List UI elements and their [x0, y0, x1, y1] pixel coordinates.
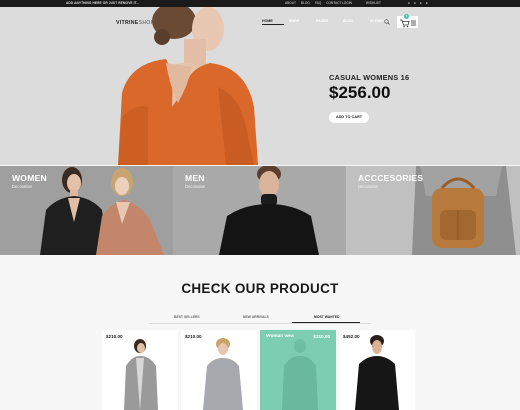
nav-item-shop[interactable]: SHOP: [289, 19, 311, 25]
category-desc: Decoration: [358, 184, 379, 189]
nav-item-pages[interactable]: PAGES: [316, 19, 338, 25]
tabs-divider: [149, 323, 371, 324]
product-image: [282, 339, 318, 410]
product-card[interactable]: $452.00: [339, 330, 415, 410]
product-price: $210.00: [185, 334, 202, 339]
top-links: ABOUT BLOG FAQ CONTACT: [285, 0, 341, 7]
product-card[interactable]: $210.00: [102, 330, 178, 410]
nav-item-home[interactable]: HOME: [262, 19, 284, 25]
category-women[interactable]: WOMEN Decoration: [0, 166, 173, 255]
hero-subtitle: CASUAL WOMENS 16: [329, 73, 410, 82]
pinterest-icon[interactable]: ●: [426, 0, 428, 7]
wishlist-link[interactable]: WISHLIST: [366, 0, 381, 7]
social-links: ● ● ● ●: [408, 0, 428, 7]
add-to-cart-button[interactable]: ADD TO CART: [329, 112, 369, 123]
hero-model-image: [118, 7, 258, 165]
category-title: WOMEN: [12, 173, 47, 183]
category-desc: Decoration: [185, 184, 206, 189]
login-link[interactable]: LOGIN: [342, 0, 352, 7]
search-icon[interactable]: [384, 19, 390, 25]
category-desc: Decoration: [12, 184, 33, 189]
instagram-icon[interactable]: ●: [420, 0, 422, 7]
logo-subtext: SHOP: [138, 20, 155, 26]
product-card-highlighted[interactable]: Woman wea $210.00: [260, 330, 336, 410]
tab-most-wanted[interactable]: MOST WANTED: [314, 315, 339, 319]
active-tab-underline: [292, 322, 360, 323]
product-name: Woman wea: [266, 334, 294, 339]
top-link-faq[interactable]: FAQ: [315, 0, 321, 7]
product-price: $210.00: [106, 334, 123, 339]
product-image: [124, 339, 158, 410]
top-link-about[interactable]: ABOUT: [285, 0, 296, 7]
section-title: CHECK OUR PRODUCT: [181, 281, 339, 296]
nav-item-blog[interactable]: BLOG: [343, 19, 365, 25]
facebook-icon[interactable]: ●: [414, 0, 416, 7]
product-image: [203, 338, 243, 410]
top-link-blog[interactable]: BLOG: [301, 0, 310, 7]
hero-banner: VITRINESHOP HOME SHOP PAGES BLOG ELEMENT…: [0, 7, 520, 165]
category-accessories[interactable]: ACCCESORIES Decoration: [346, 166, 520, 255]
twitter-icon[interactable]: ●: [408, 0, 410, 7]
tab-new-arrivals[interactable]: NEW ARRIVALS: [243, 315, 269, 319]
product-price: $452.00: [343, 334, 360, 339]
tab-best-sellers[interactable]: BEST SELLERS: [174, 315, 200, 319]
product-price: $210.00: [313, 334, 330, 339]
hero-price: $256.00: [329, 83, 391, 102]
site-logo[interactable]: VITRINESHOP: [116, 20, 154, 26]
cart-count-badge: 3: [404, 14, 409, 19]
category-men[interactable]: MEN Decoration: [173, 166, 346, 255]
cart-icon: [400, 19, 416, 28]
logo-text: VITRINE: [116, 20, 139, 26]
product-card[interactable]: $210.00: [181, 330, 257, 410]
top-bar: ADD ANYTHING HERE OR JUST REMOVE IT... A…: [0, 0, 520, 7]
promo-text: ADD ANYTHING HERE OR JUST REMOVE IT...: [66, 1, 140, 5]
category-title: ACCCESORIES: [358, 173, 424, 183]
top-account-links: LOGIN WISHLIST: [342, 0, 381, 7]
category-title: MEN: [185, 173, 205, 183]
top-link-contact[interactable]: CONTACT: [326, 0, 341, 7]
product-image: [355, 335, 399, 410]
